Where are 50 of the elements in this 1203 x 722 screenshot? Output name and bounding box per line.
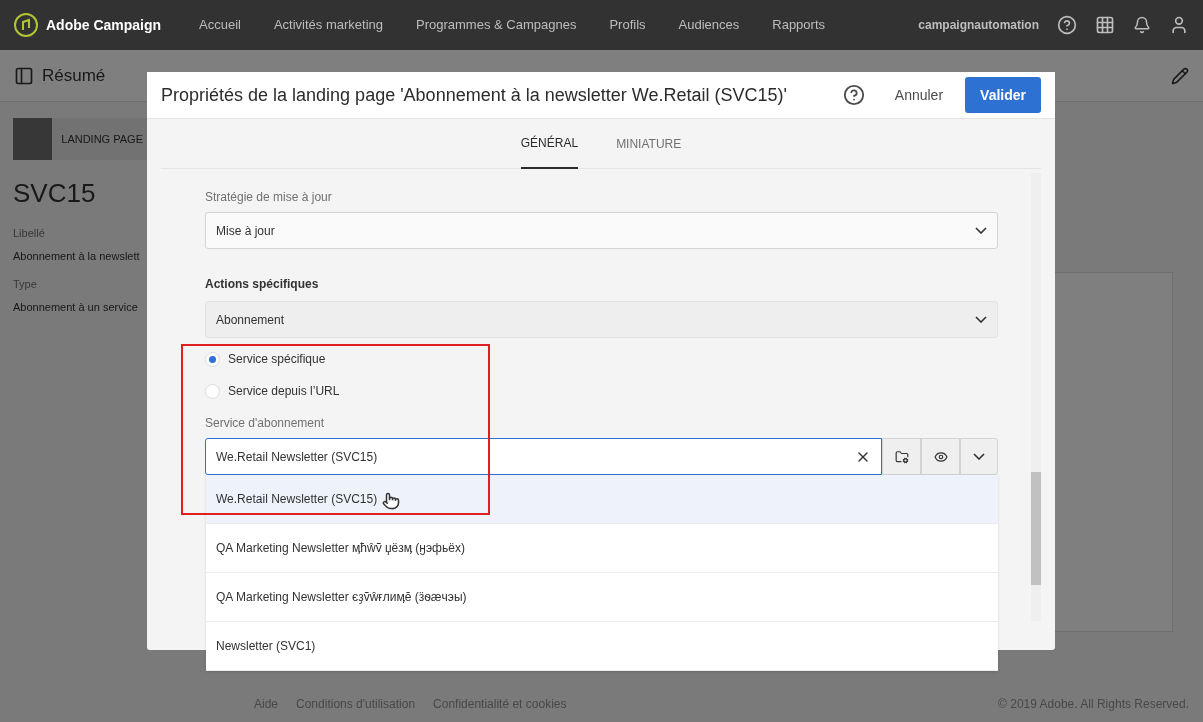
field-label: Type (13, 277, 38, 292)
apps-grid-icon[interactable] (1095, 15, 1115, 35)
suggestion-item[interactable]: We.Retail Newsletter (SVC15) (206, 475, 998, 524)
chevron-down-icon (975, 316, 987, 323)
nav-link[interactable]: Audiences (678, 15, 740, 35)
field-label: Service d'abonnement (205, 415, 326, 432)
bell-icon[interactable] (1133, 16, 1151, 34)
item-name: SVC15 (13, 177, 97, 210)
eye-icon (933, 449, 948, 464)
tab[interactable]: MINIATURE (616, 119, 682, 169)
nav-link[interactable]: Rapports (772, 15, 825, 35)
dialog-title: Propriétés de la landing page 'Abonnement à la newsletter We.Retail (SVC15)' (161, 83, 787, 107)
strategy-select[interactable]: Mise à jour (205, 212, 998, 249)
help-icon[interactable] (842, 84, 865, 106)
field-value: Abonnement à la newslett (13, 248, 141, 264)
confirm-button[interactable]: Valider (965, 77, 1041, 113)
avatar-icon[interactable] (1169, 15, 1189, 35)
nav-link[interactable]: Accueil (199, 15, 241, 35)
tab[interactable]: GÉNÉRAL (520, 119, 579, 169)
edit-icon[interactable] (1171, 66, 1189, 85)
radio-label[interactable]: Service depuis l’URL (228, 382, 340, 400)
suggestion-item[interactable]: QA Marketing Newsletter єҙṽŵғлᴎӎĕ (ӟѳӕчэы) (206, 573, 998, 622)
help-icon[interactable] (1057, 15, 1077, 35)
card-label: LANDING PAGE (61, 131, 143, 147)
suggestion-item[interactable]: Newsletter (SVC1) (206, 622, 998, 671)
logo-icon (14, 13, 38, 37)
radio-button[interactable] (205, 383, 220, 399)
folder-button[interactable] (882, 438, 921, 475)
nav-link[interactable]: Programmes & Campagnes (416, 15, 577, 35)
field-value: Abonnement à un service (13, 299, 139, 315)
panel-icon[interactable] (14, 65, 34, 86)
preview-button[interactable] (921, 438, 960, 475)
folder-gear-icon (894, 449, 909, 464)
radio-label[interactable]: Service spécifique (228, 350, 326, 368)
actions-select[interactable]: Abonnement (205, 301, 998, 338)
cancel-button[interactable]: Annuler (882, 77, 956, 113)
brand-name: Adobe Campaign (46, 15, 162, 35)
field-label: Libellé (13, 226, 46, 241)
nav-link[interactable]: Profils (609, 15, 646, 35)
suggestion-item[interactable]: QA Marketing Newsletter ӎћŵṽ џёзӎ (ӈэфьёх) (206, 524, 998, 573)
hand-cursor-icon (382, 492, 400, 510)
user-name[interactable]: campaignautomation (918, 16, 1039, 34)
chevron-down-icon (975, 227, 987, 234)
chevron-down-icon (973, 453, 985, 460)
page-title: Résumé (42, 64, 106, 87)
field-label: Stratégie de mise à jour (205, 189, 333, 206)
nav-link[interactable]: Activités marketing (273, 15, 383, 35)
section-label: Actions spécifiques (205, 276, 320, 293)
service-input[interactable]: We.Retail Newsletter (SVC15) (205, 438, 882, 475)
radio-button[interactable] (205, 351, 220, 367)
